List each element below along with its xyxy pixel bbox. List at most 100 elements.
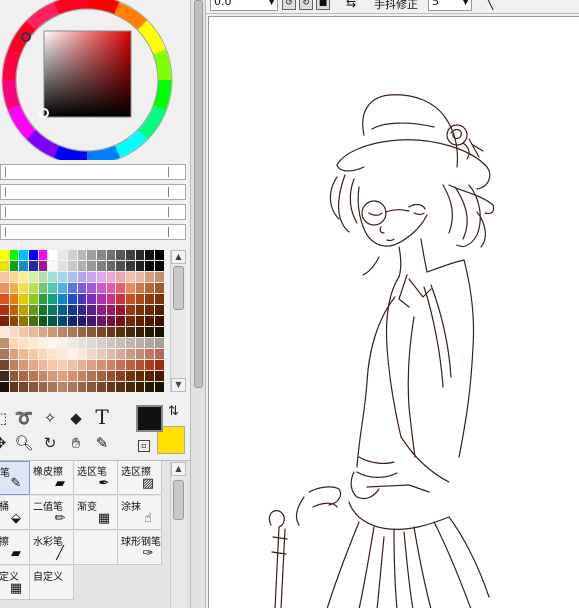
color-swatch[interactable] [19, 261, 30, 272]
color-swatch[interactable] [155, 371, 165, 382]
color-swatch[interactable] [145, 272, 155, 283]
color-swatch[interactable] [19, 327, 30, 338]
color-swatch[interactable] [77, 327, 88, 338]
brush-slot[interactable]: 自定义▦ [0, 566, 30, 600]
color-swatch[interactable] [116, 338, 126, 349]
color-swatch[interactable] [106, 349, 117, 360]
color-swatch[interactable] [48, 250, 59, 261]
color-swatch[interactable] [77, 316, 88, 327]
color-swatch[interactable] [58, 294, 68, 305]
color-swatch[interactable] [19, 294, 30, 305]
color-swatch[interactable] [135, 360, 146, 371]
color-swatch[interactable] [96, 338, 107, 349]
color-swatch[interactable] [116, 294, 126, 305]
color-swatch[interactable] [125, 294, 136, 305]
color-swatch[interactable] [67, 305, 78, 316]
color-swatch[interactable] [67, 283, 78, 294]
transparent-color-icon[interactable]: ▫ [138, 440, 150, 452]
color-swatch[interactable] [19, 382, 30, 393]
color-swatch[interactable] [19, 316, 30, 327]
color-swatch[interactable] [87, 283, 97, 294]
color-swatch[interactable] [29, 371, 39, 382]
color-swatch[interactable] [38, 250, 49, 261]
color-swatch[interactable] [9, 305, 20, 316]
color-swatch[interactable] [48, 371, 59, 382]
color-swatch[interactable] [135, 382, 146, 393]
color-swatch[interactable] [96, 283, 107, 294]
color-swatch[interactable] [29, 338, 39, 349]
color-swatch[interactable] [135, 305, 146, 316]
color-swatch[interactable] [125, 371, 136, 382]
brush-slot[interactable]: 渐变 ▦ [74, 496, 118, 530]
color-swatch[interactable] [145, 316, 155, 327]
color-swatch[interactable] [38, 349, 49, 360]
color-swatch[interactable] [67, 294, 78, 305]
stabilizer-select[interactable]: 5 ▼ [428, 0, 472, 11]
color-swatch[interactable] [48, 360, 59, 371]
saturation-value-square[interactable] [43, 30, 132, 118]
color-swatch[interactable] [145, 294, 155, 305]
rotation-angle-field[interactable]: 0.0° ▼ [210, 0, 278, 11]
color-swatch[interactable] [96, 327, 107, 338]
color-swatch[interactable] [77, 250, 88, 261]
color-swatch[interactable] [48, 294, 59, 305]
color-swatch[interactable] [155, 316, 165, 327]
color-swatch[interactable] [77, 371, 88, 382]
color-swatch[interactable] [87, 305, 97, 316]
color-swatch[interactable] [29, 283, 39, 294]
color-swatch[interactable] [96, 261, 107, 272]
color-swatch[interactable] [38, 338, 49, 349]
color-swatch[interactable] [29, 349, 39, 360]
color-swatch[interactable] [19, 283, 30, 294]
color-swatch[interactable] [9, 261, 20, 272]
color-swatch[interactable] [29, 327, 39, 338]
color-swatch[interactable] [29, 250, 39, 261]
move-icon[interactable]: ✥ [0, 431, 12, 455]
color-swatch[interactable] [155, 305, 165, 316]
color-swatch[interactable] [58, 272, 68, 283]
color-swatch[interactable] [87, 349, 97, 360]
color-swatch[interactable] [58, 382, 68, 393]
color-swatch[interactable] [125, 360, 136, 371]
color-swatch[interactable] [77, 283, 88, 294]
color-swatch[interactable] [96, 305, 107, 316]
color-swatch[interactable] [48, 272, 59, 283]
color-swatch[interactable] [106, 371, 117, 382]
color-swatch[interactable] [48, 316, 59, 327]
color-swatch[interactable] [87, 371, 97, 382]
swap-colors-icon[interactable]: ⇅ [168, 404, 179, 419]
color-swatch[interactable] [19, 250, 30, 261]
color-swatch[interactable] [106, 305, 117, 316]
color-swatch[interactable] [87, 250, 97, 261]
color-swatch[interactable] [135, 316, 146, 327]
drawing-canvas[interactable] [208, 16, 579, 608]
color-swatch[interactable] [125, 338, 136, 349]
color-swatch[interactable] [135, 294, 146, 305]
color-swatch[interactable] [48, 305, 59, 316]
color-swatch[interactable] [135, 371, 146, 382]
brush-slot[interactable]: 选区擦 ▨ [118, 461, 162, 495]
zoom-icon[interactable]: 🔍︎ [12, 431, 36, 455]
color-swatch[interactable] [58, 305, 68, 316]
color-swatch[interactable] [58, 261, 68, 272]
color-swatch[interactable] [58, 360, 68, 371]
text-tool-icon[interactable]: T [90, 405, 114, 429]
eyedropper-icon[interactable]: ✎ [90, 431, 114, 455]
color-swatch[interactable] [19, 272, 30, 283]
color-swatch[interactable] [87, 294, 97, 305]
color-swatch[interactable] [19, 349, 30, 360]
scroll-thumb[interactable] [194, 0, 203, 388]
color-swatch[interactable] [135, 250, 146, 261]
color-swatch[interactable] [0, 382, 10, 393]
brush-slot[interactable] [74, 531, 118, 565]
color-swatch[interactable] [155, 382, 165, 393]
slider-s[interactable] [0, 184, 186, 200]
color-swatch[interactable] [9, 272, 20, 283]
color-swatch[interactable] [67, 338, 78, 349]
color-swatch[interactable] [77, 338, 88, 349]
color-swatch[interactable] [116, 272, 126, 283]
color-swatch[interactable] [67, 327, 78, 338]
color-swatch[interactable] [116, 305, 126, 316]
color-swatch[interactable] [96, 371, 107, 382]
color-swatch[interactable] [58, 327, 68, 338]
